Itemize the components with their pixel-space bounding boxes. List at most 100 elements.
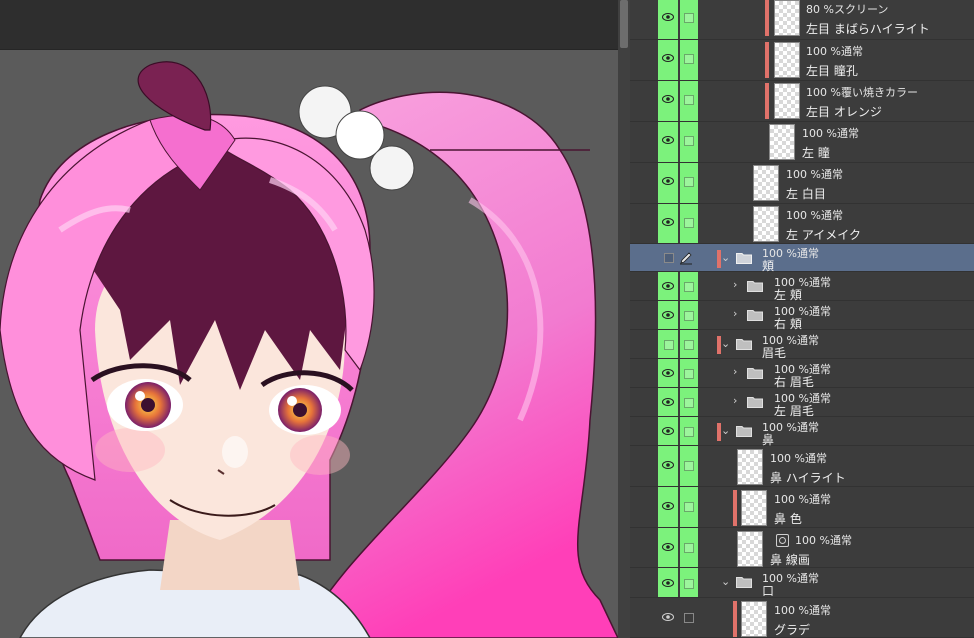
- layer-thumbnail: [774, 83, 800, 119]
- eye-icon[interactable]: [662, 311, 674, 319]
- chevron-down-icon[interactable]: ⌄: [721, 424, 730, 437]
- layer-name[interactable]: 左 瞳: [802, 144, 830, 161]
- layer-row[interactable]: 100 %通常 左 白目: [630, 163, 974, 204]
- layer-name[interactable]: 左 アイメイク: [786, 226, 861, 243]
- eye-icon[interactable]: [662, 369, 674, 377]
- canvas-scrollbar[interactable]: [618, 0, 630, 638]
- layer-panel: 80 %スクリーン 左目 まばらハイライト 100 %通常 左目 瞳孔 100 …: [630, 0, 974, 638]
- layer-color-tag: [733, 601, 737, 637]
- layer-lock-checkbox[interactable]: [684, 398, 694, 408]
- layer-name[interactable]: 左目 まばらハイライト: [806, 20, 930, 37]
- layer-name[interactable]: 左目 オレンジ: [806, 103, 882, 120]
- layer-blend-mode: 80 %スクリーン: [806, 3, 889, 16]
- eye-icon[interactable]: [662, 613, 674, 621]
- layer-row[interactable]: 100 %通常 グラデ: [630, 598, 974, 638]
- chevron-down-icon[interactable]: ⌄: [721, 251, 730, 264]
- layer-blend-mode: 100 %通常: [774, 604, 831, 617]
- layer-blend-mode: 100 %通常: [786, 168, 843, 181]
- eye-icon[interactable]: [662, 427, 674, 435]
- eye-icon[interactable]: [662, 502, 674, 510]
- layer-name[interactable]: グラデ: [774, 621, 810, 638]
- layer-folder-row[interactable]: ⌄ 100 %通常 鼻: [630, 417, 974, 447]
- layer-thumbnail: [737, 531, 763, 567]
- layer-lock-checkbox[interactable]: [684, 613, 694, 623]
- layer-blend-mode: 100 %通常: [802, 127, 859, 140]
- layer-name[interactable]: 左目 瞳孔: [806, 62, 858, 79]
- layer-row[interactable]: 80 %スクリーン 左目 まばらハイライト: [630, 0, 974, 40]
- layer-blend-mode: 100 %通常: [774, 493, 831, 506]
- layer-folder-row[interactable]: › 100 %通常 左 眉毛: [630, 388, 974, 418]
- chevron-down-icon[interactable]: ⌄: [721, 337, 730, 350]
- layer-row[interactable]: 100 %通常 鼻 色: [630, 487, 974, 528]
- layer-folder-row[interactable]: › 100 %通常 右 眉毛: [630, 359, 974, 389]
- chevron-right-icon[interactable]: ›: [733, 365, 737, 378]
- layer-folder-row[interactable]: › 100 %通常 右 頬: [630, 301, 974, 331]
- layer-row[interactable]: 100 %通常 左 瞳: [630, 122, 974, 163]
- layer-name[interactable]: 鼻 ハイライト: [770, 469, 846, 486]
- layer-lock-checkbox[interactable]: [684, 282, 694, 292]
- folder-icon: [747, 368, 763, 379]
- layer-thumbnail: [741, 490, 767, 526]
- layer-lock-checkbox[interactable]: [684, 177, 694, 187]
- layer-lock-checkbox[interactable]: [684, 136, 694, 146]
- layer-folder-row[interactable]: ⌄ 100 %通常 眉毛: [630, 330, 974, 360]
- layer-row[interactable]: 100 %通常 左目 瞳孔: [630, 40, 974, 81]
- layer-lock-checkbox[interactable]: [684, 461, 694, 471]
- folder-icon: [747, 397, 763, 408]
- layer-lock-checkbox[interactable]: [684, 95, 694, 105]
- layer-lock-checkbox[interactable]: [684, 579, 694, 589]
- layer-row[interactable]: 100 %通常 左 アイメイク: [630, 204, 974, 244]
- layer-row[interactable]: 100 %通常 鼻 ハイライト: [630, 446, 974, 487]
- layer-name[interactable]: 鼻 線画: [770, 551, 810, 568]
- eye-icon[interactable]: [662, 398, 674, 406]
- canvas-scrollbar-thumb[interactable]: [620, 0, 628, 48]
- eye-icon[interactable]: [662, 136, 674, 144]
- layer-lock-checkbox[interactable]: [684, 427, 694, 437]
- chevron-down-icon[interactable]: ⌄: [721, 575, 730, 588]
- eye-icon[interactable]: [662, 177, 674, 185]
- layer-visibility-checkbox[interactable]: [664, 253, 674, 263]
- layer-name[interactable]: 鼻 色: [774, 510, 802, 527]
- layer-lock-checkbox[interactable]: [684, 543, 694, 553]
- eye-icon[interactable]: [662, 54, 674, 62]
- eye-icon[interactable]: [662, 579, 674, 587]
- layer-name[interactable]: 左 白目: [786, 185, 826, 202]
- layer-lock-checkbox[interactable]: [684, 369, 694, 379]
- canvas-area[interactable]: [0, 0, 618, 638]
- layer-folder-row-selected[interactable]: ⌄ 100 %通常 頬: [630, 244, 974, 273]
- layer-name[interactable]: 口: [762, 582, 774, 599]
- folder-icon: [736, 577, 752, 588]
- character-artwork: [0, 61, 618, 638]
- layer-thumbnail: [769, 124, 795, 160]
- layer-lock-checkbox[interactable]: [684, 311, 694, 321]
- chevron-right-icon[interactable]: ›: [733, 278, 737, 291]
- layer-lock-checkbox[interactable]: [684, 218, 694, 228]
- layer-thumbnail: [737, 449, 763, 485]
- layer-folder-row[interactable]: ⌄ 100 %通常 口: [630, 568, 974, 598]
- layer-lock-checkbox[interactable]: [684, 13, 694, 23]
- eye-icon[interactable]: [662, 543, 674, 551]
- eye-icon[interactable]: [662, 13, 674, 21]
- eye-icon[interactable]: [662, 218, 674, 226]
- layer-lock-checkbox[interactable]: [684, 502, 694, 512]
- layer-visibility-checkbox[interactable]: [664, 340, 674, 350]
- layer-folder-row[interactable]: › 100 %通常 左 頬: [630, 272, 974, 302]
- eye-icon[interactable]: [662, 95, 674, 103]
- eye-icon[interactable]: [662, 282, 674, 290]
- layer-row[interactable]: 100 %通常 鼻 線画: [630, 528, 974, 568]
- layer-lock-checkbox[interactable]: [684, 54, 694, 64]
- folder-icon: [747, 281, 763, 292]
- layer-thumbnail: [774, 42, 800, 78]
- chevron-right-icon[interactable]: ›: [733, 307, 737, 320]
- layer-color-tag: [765, 42, 769, 78]
- folder-icon: [747, 310, 763, 321]
- layer-blend-mode: 100 %覆い焼きカラー: [806, 86, 918, 99]
- layer-row[interactable]: 100 %覆い焼きカラー 左目 オレンジ: [630, 81, 974, 122]
- folder-icon: [736, 253, 752, 264]
- layer-blend-mode: 100 %通常: [795, 534, 852, 547]
- eye-icon[interactable]: [662, 461, 674, 469]
- chevron-right-icon[interactable]: ›: [733, 394, 737, 407]
- layer-color-tag: [765, 83, 769, 119]
- layer-lock-checkbox[interactable]: [684, 340, 694, 350]
- pen-icon: [680, 252, 692, 265]
